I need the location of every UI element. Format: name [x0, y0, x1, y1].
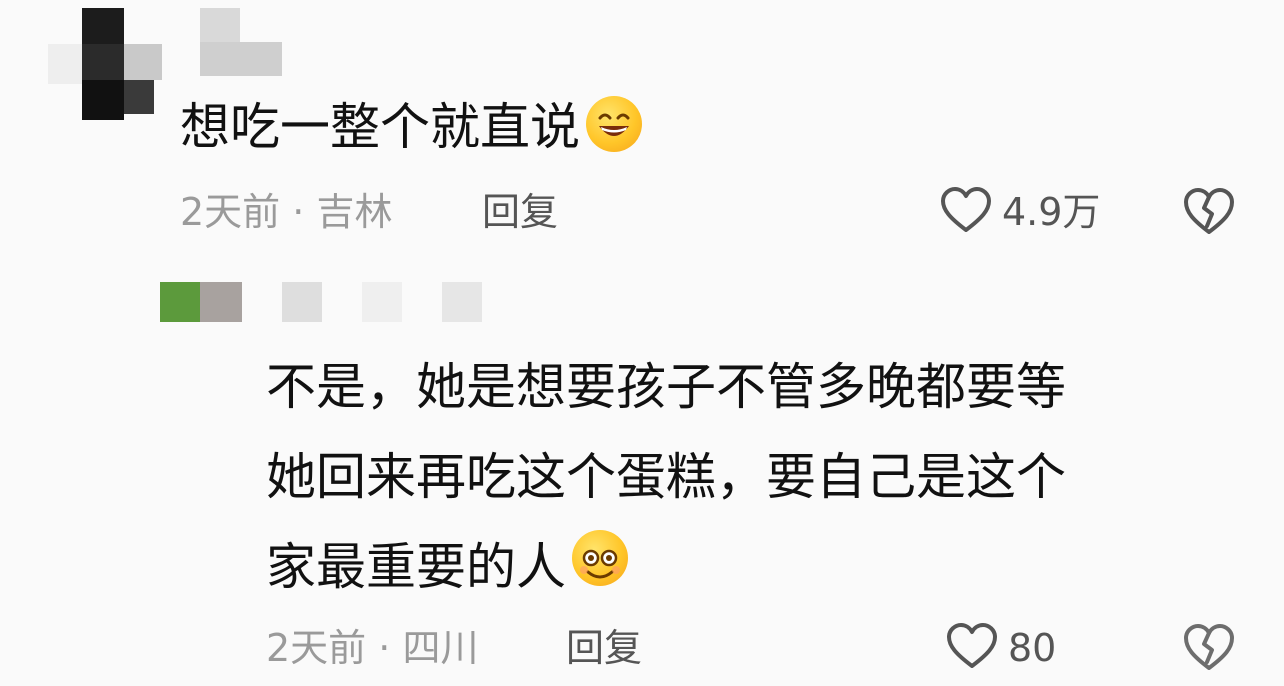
meta-separator: ·: [378, 626, 391, 670]
like-count: 4.9万: [1002, 190, 1101, 234]
like-button[interactable]: [940, 186, 992, 234]
watermark-overlay: [1060, 624, 1284, 674]
grinning-face-emoji: [586, 96, 642, 152]
comment-text-content: 想吃一整个就直说: [180, 98, 580, 156]
reply-text-line-2: 她回来再吃这个蛋糕，要自己是这个: [266, 448, 1066, 506]
like-count: 80: [1008, 626, 1057, 670]
comment-time: 2天前: [266, 626, 367, 670]
like-button[interactable]: [946, 622, 998, 674]
meta-separator: ·: [292, 190, 305, 234]
reply-button[interactable]: 回复: [566, 624, 642, 672]
broken-heart-icon: [1182, 186, 1236, 236]
reply-button[interactable]: 回复: [482, 188, 558, 236]
broken-heart-icon: [1182, 622, 1236, 672]
reply-text-line-3-content: 家最重要的人: [266, 538, 566, 596]
avatar-blurred[interactable]: [160, 282, 242, 322]
username-blurred[interactable]: [200, 8, 282, 76]
username-blurred[interactable]: [282, 282, 482, 322]
comment-time: 2天前: [180, 190, 281, 234]
heart-icon: [946, 622, 998, 670]
comment-meta: 2天前 · 四川: [266, 624, 478, 672]
heart-icon: [940, 186, 992, 234]
dislike-button[interactable]: [1182, 622, 1236, 676]
reply-text-line-1: 不是，她是想要孩子不管多晚都要等: [266, 358, 1066, 416]
comment-location: 四川: [402, 626, 479, 670]
comment-location: 吉林: [316, 190, 393, 234]
avatar-blurred[interactable]: [48, 8, 162, 120]
comment-text: 想吃一整个就直说: [180, 92, 642, 162]
reply-text-line-3: 家最重要的人: [266, 522, 628, 612]
comment-meta: 2天前 · 吉林: [180, 188, 392, 236]
dislike-button[interactable]: [1182, 186, 1236, 240]
smiling-face-emoji: [572, 530, 628, 586]
